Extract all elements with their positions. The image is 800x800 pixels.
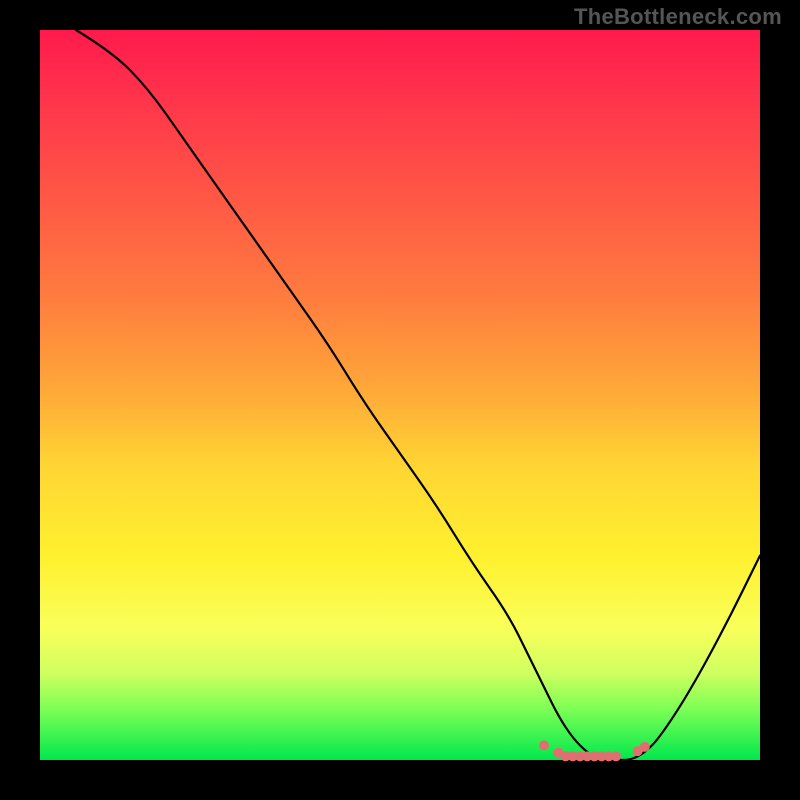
- bottleneck-curve: [76, 30, 760, 760]
- trough-marker: [539, 740, 549, 750]
- watermark-text: TheBottleneck.com: [574, 4, 782, 30]
- trough-marker: [640, 742, 650, 752]
- trough-marker: [611, 751, 621, 761]
- chart-frame: TheBottleneck.com: [0, 0, 800, 800]
- curve-layer: [40, 30, 760, 760]
- plot-area: [40, 30, 760, 760]
